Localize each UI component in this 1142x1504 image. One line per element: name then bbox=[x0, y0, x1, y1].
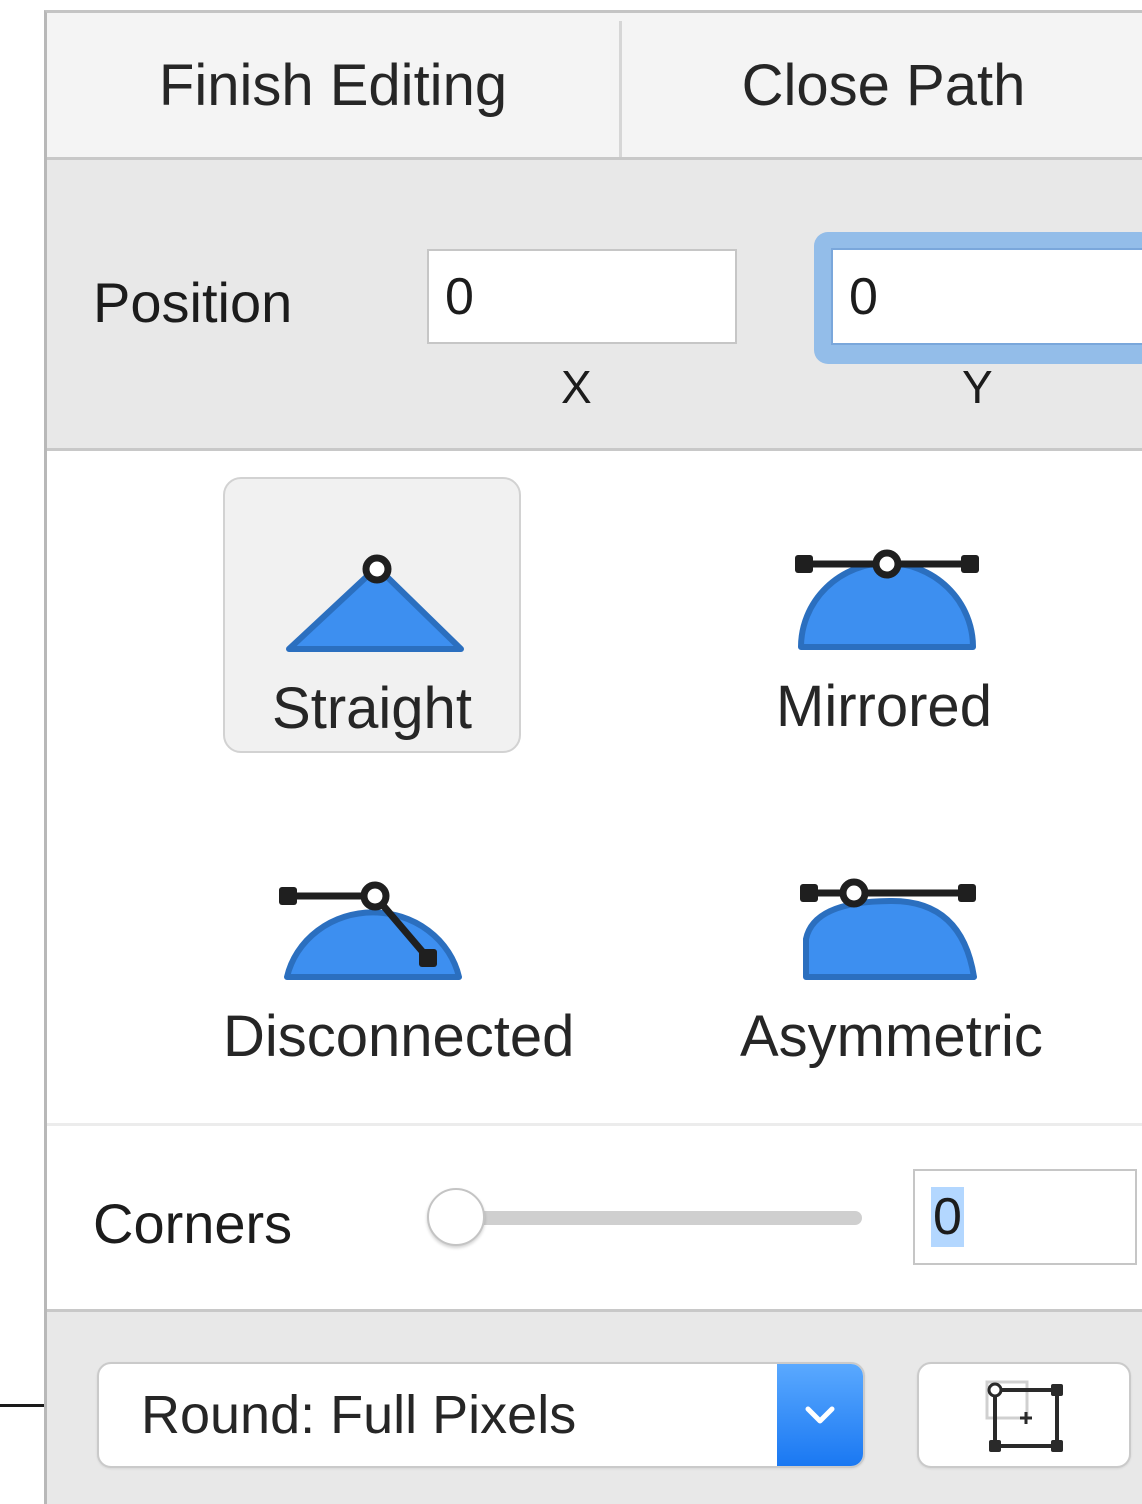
close-path-button[interactable]: Close Path bbox=[622, 13, 1142, 157]
y-axis-label: Y bbox=[962, 361, 993, 413]
point-type-label: Disconnected bbox=[223, 1004, 575, 1069]
corners-slider-knob[interactable] bbox=[427, 1188, 485, 1246]
point-type-straight-button[interactable]: Straight bbox=[223, 477, 521, 753]
position-section: Position 0 0 X Y bbox=[47, 160, 1142, 451]
point-type-label: Asymmetric bbox=[740, 1004, 1043, 1069]
rounding-section: Round: Full Pixels bbox=[47, 1309, 1142, 1504]
pixel-align-icon bbox=[985, 1380, 1063, 1452]
corners-label: Corners bbox=[93, 1192, 293, 1255]
point-type-label: Straight bbox=[272, 676, 472, 741]
rounding-dropdown[interactable]: Round: Full Pixels bbox=[97, 1362, 865, 1468]
corners-value-text: 0 bbox=[931, 1187, 964, 1247]
point-type-label: Mirrored bbox=[776, 674, 992, 739]
point-type-mirrored-button[interactable]: Mirrored bbox=[735, 477, 1033, 753]
rounding-dropdown-value: Round: Full Pixels bbox=[141, 1385, 577, 1445]
asymmetric-point-icon bbox=[800, 878, 977, 980]
position-y-field[interactable]: 0 bbox=[831, 248, 1142, 345]
corners-slider-track[interactable] bbox=[457, 1211, 862, 1225]
disconnected-point-icon bbox=[279, 881, 462, 980]
corners-value-field[interactable]: 0 bbox=[913, 1169, 1137, 1265]
finish-editing-button[interactable]: Finish Editing bbox=[47, 13, 619, 157]
mirrored-point-icon bbox=[795, 549, 979, 650]
point-type-disconnected-button[interactable]: Disconnected bbox=[223, 807, 575, 1083]
x-axis-label: X bbox=[561, 361, 592, 413]
path-editing-toolbar: Finish Editing Close Path bbox=[47, 13, 1142, 160]
round-to-pixel-button[interactable] bbox=[917, 1362, 1131, 1468]
point-inspector-panel: Finish Editing Close Path Position 0 0 X… bbox=[44, 10, 1142, 1504]
section-divider bbox=[47, 1123, 1142, 1126]
position-x-field[interactable]: 0 bbox=[427, 249, 737, 344]
straight-point-icon bbox=[286, 554, 464, 652]
chevron-down-icon[interactable] bbox=[777, 1364, 863, 1466]
point-type-asymmetric-button[interactable]: Asymmetric bbox=[740, 807, 1043, 1083]
position-label: Position bbox=[93, 271, 293, 334]
